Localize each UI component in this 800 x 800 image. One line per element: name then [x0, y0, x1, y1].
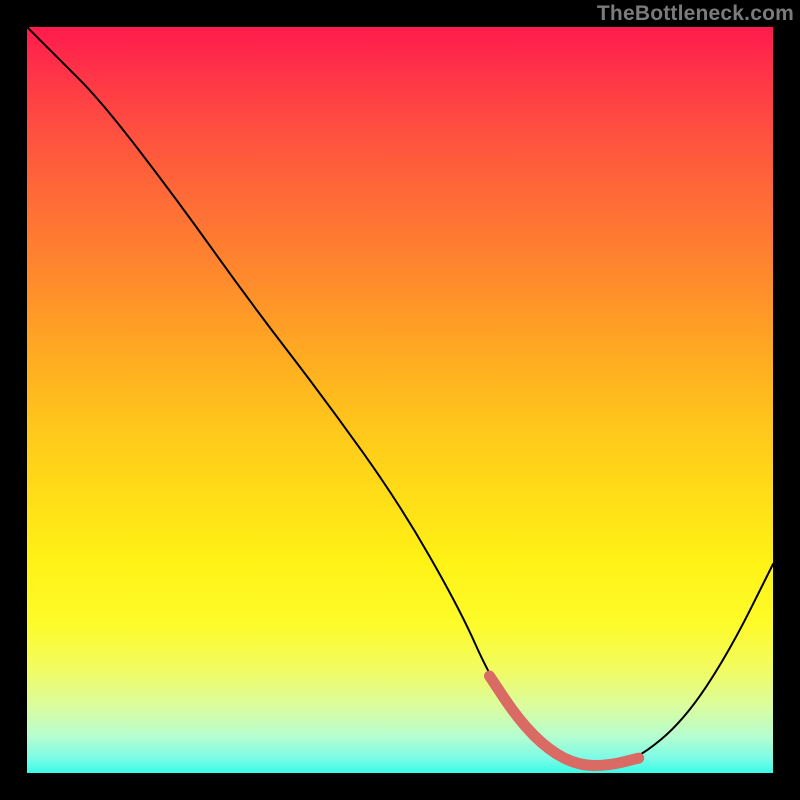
chart-frame: TheBottleneck.com [0, 0, 800, 800]
sweet-spot-highlight [490, 676, 639, 766]
watermark-text: TheBottleneck.com [597, 2, 794, 26]
bottleneck-curve [27, 27, 773, 766]
curve-layer [27, 27, 773, 773]
plot-area [27, 27, 773, 773]
